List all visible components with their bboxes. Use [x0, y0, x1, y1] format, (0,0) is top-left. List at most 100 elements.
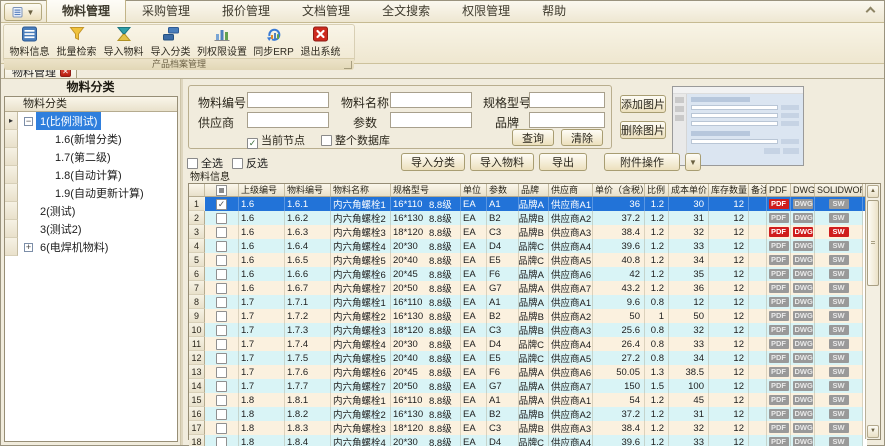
tree-item[interactable]: 1.7(第二级) [5, 148, 177, 166]
pdf-attachment-button[interactable]: PDF [769, 437, 789, 446]
sw-attachment-button[interactable]: SW [829, 241, 849, 251]
column-header-num[interactable] [189, 184, 205, 196]
sw-attachment-button[interactable]: SW [829, 339, 849, 349]
import-category-button[interactable]: 导入分类 [401, 153, 465, 171]
exit-system-button[interactable]: 退出系统 [297, 26, 344, 58]
table-row[interactable]: 91.71.7.2内六角螺栓216*1308.8级EAB2品牌B供应商A2501… [189, 309, 865, 323]
pdf-attachment-button[interactable]: PDF [769, 213, 789, 223]
spec-model-input[interactable] [529, 92, 605, 108]
row-checkbox[interactable] [216, 423, 227, 434]
table-row[interactable]: 161.81.8.2内六角螺栓216*1308.8级EAB2品牌B供应商A237… [189, 407, 865, 421]
sw-attachment-button[interactable]: SW [829, 297, 849, 307]
table-row[interactable]: 71.61.6.7内六角螺栓720*508.8级EAG7品牌A供应商A743.2… [189, 281, 865, 295]
scrollbar-thumb[interactable] [867, 200, 879, 286]
pdf-attachment-button[interactable]: PDF [769, 325, 789, 335]
row-checkbox[interactable]: ✓ [216, 199, 227, 210]
collapse-ribbon-icon[interactable] [867, 6, 875, 14]
pdf-attachment-button[interactable]: PDF [769, 297, 789, 307]
table-row[interactable]: 171.81.8.3内六角螺栓318*1208.8级EAC3品牌B供应商A338… [189, 421, 865, 435]
dwg-attachment-button[interactable]: DWG [793, 269, 813, 279]
table-row[interactable]: 181.81.8.4内六角螺栓420*308.8级EAD4品牌C供应商A439.… [189, 435, 865, 446]
row-checkbox[interactable] [216, 367, 227, 378]
dwg-attachment-button[interactable]: DWG [793, 283, 813, 293]
pdf-attachment-button[interactable]: PDF [769, 409, 789, 419]
tree-item[interactable]: ▸−1(比例测试) [5, 112, 177, 130]
table-row[interactable]: 111.71.7.4内六角螺栓420*308.8级EAD4品牌C供应商A426.… [189, 337, 865, 351]
group-dialog-launcher-icon[interactable] [344, 61, 352, 69]
add-image-button[interactable]: 添加图片 [620, 95, 666, 113]
column-header-supplier[interactable]: 供应商 [549, 184, 593, 196]
row-checkbox[interactable] [216, 213, 227, 224]
column-permission-button[interactable]: 列权限设置 [194, 26, 250, 58]
sw-attachment-button[interactable]: SW [829, 199, 849, 209]
app-menu-button[interactable]: ▼ [4, 3, 42, 21]
dwg-attachment-button[interactable]: DWG [793, 297, 813, 307]
table-row[interactable]: 51.61.6.5内六角螺栓520*408.8级EAE5品牌C供应商A540.8… [189, 253, 865, 267]
collapse-icon[interactable]: − [24, 117, 33, 126]
row-checkbox[interactable] [216, 339, 227, 350]
ribbon-tab-fulltext[interactable]: 全文搜索 [366, 0, 446, 22]
dwg-attachment-button[interactable]: DWG [793, 353, 813, 363]
attachment-operations-button[interactable]: 附件操作 [604, 153, 680, 171]
dwg-attachment-button[interactable]: DWG [793, 213, 813, 223]
sw-attachment-button[interactable]: SW [829, 213, 849, 223]
dwg-attachment-button[interactable]: DWG [793, 311, 813, 321]
current-node-checkbox[interactable]: ✓当前节点 [247, 132, 305, 149]
pdf-attachment-button[interactable]: PDF [769, 241, 789, 251]
pdf-attachment-button[interactable]: PDF [769, 283, 789, 293]
row-checkbox[interactable] [216, 325, 227, 336]
column-header-code[interactable]: 物料编号 [285, 184, 331, 196]
supplier-input[interactable] [247, 112, 329, 128]
dwg-attachment-button[interactable]: DWG [793, 227, 813, 237]
row-checkbox[interactable] [216, 255, 227, 266]
pdf-attachment-button[interactable]: PDF [769, 269, 789, 279]
tree-item[interactable]: +6(电焊机物料) [5, 238, 177, 256]
column-header-sw[interactable]: SOLIDWORKS [815, 184, 863, 196]
table-row[interactable]: 121.71.7.5内六角螺栓520*408.8级EAE5品牌C供应商A527.… [189, 351, 865, 365]
column-header-parent[interactable]: 上级编号 [239, 184, 285, 196]
row-checkbox[interactable] [216, 437, 227, 446]
sync-erp-button[interactable]: 同步ERP [250, 26, 297, 58]
column-header-stock[interactable]: 库存数量 [709, 184, 749, 196]
table-row[interactable]: 21.61.6.2内六角螺栓216*1308.8级EAB2品牌B供应商A237.… [189, 211, 865, 225]
column-header-param[interactable]: 参数 [487, 184, 519, 196]
sw-attachment-button[interactable]: SW [829, 367, 849, 377]
sw-attachment-button[interactable]: SW [829, 423, 849, 433]
column-header-price[interactable]: 单价（含税） [593, 184, 645, 196]
pdf-attachment-button[interactable]: PDF [769, 423, 789, 433]
dwg-attachment-button[interactable]: DWG [793, 437, 813, 446]
sw-attachment-button[interactable]: SW [829, 381, 849, 391]
sw-attachment-button[interactable]: SW [829, 437, 849, 446]
pdf-attachment-button[interactable]: PDF [769, 311, 789, 321]
row-checkbox[interactable] [216, 297, 227, 308]
dwg-attachment-button[interactable]: DWG [793, 395, 813, 405]
pdf-attachment-button[interactable]: PDF [769, 381, 789, 391]
table-row[interactable]: 31.61.6.3内六角螺栓318*1208.8级EAC3品牌B供应商A338.… [189, 225, 865, 239]
dwg-attachment-button[interactable]: DWG [793, 409, 813, 419]
table-row[interactable]: 1✓1.61.6.1内六角螺栓116*1108.8级EAA1品牌A供应商A136… [189, 197, 865, 211]
column-header-ratio[interactable]: 比例 [645, 184, 669, 196]
ribbon-tab-document[interactable]: 文档管理 [286, 0, 366, 22]
row-checkbox[interactable] [216, 409, 227, 420]
select-all-checkbox[interactable]: 全选 [187, 155, 223, 171]
dwg-attachment-button[interactable]: DWG [793, 199, 813, 209]
pdf-attachment-button[interactable]: PDF [769, 199, 789, 209]
row-checkbox[interactable] [216, 353, 227, 364]
sw-attachment-button[interactable]: SW [829, 353, 849, 363]
pdf-attachment-button[interactable]: PDF [769, 353, 789, 363]
pdf-attachment-button[interactable]: PDF [769, 255, 789, 265]
column-header-note[interactable]: 备注 [749, 184, 767, 196]
table-row[interactable]: 81.71.7.1内六角螺栓116*1108.8级EAA1品牌A供应商A19.6… [189, 295, 865, 309]
sw-attachment-button[interactable]: SW [829, 325, 849, 335]
whole-database-checkbox[interactable]: 整个数据库 [321, 132, 390, 148]
scroll-up-icon[interactable]: ▲ [867, 185, 879, 198]
dwg-attachment-button[interactable]: DWG [793, 381, 813, 391]
attachment-dropdown-button[interactable]: ▼ [685, 153, 701, 171]
brand-input[interactable] [529, 112, 605, 128]
sw-attachment-button[interactable]: SW [829, 311, 849, 321]
scroll-down-icon[interactable]: ▼ [867, 425, 879, 438]
column-header-pdf[interactable]: PDF [767, 184, 791, 196]
ribbon-tab-permission[interactable]: 权限管理 [446, 0, 526, 22]
expand-icon[interactable]: + [24, 243, 33, 252]
tree-item[interactable]: 1.9(自动更新计算) [5, 184, 177, 202]
